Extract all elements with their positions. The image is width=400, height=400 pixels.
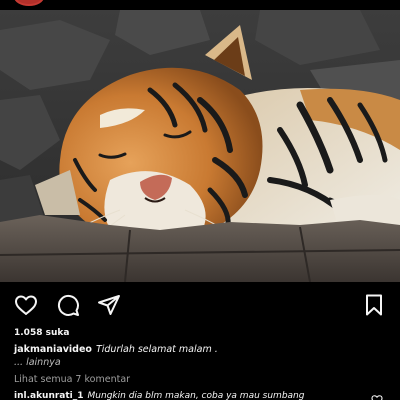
view-all-comments-link[interactable]: Lihat semua 7 komentar: [14, 374, 130, 386]
paper-plane-icon[interactable]: [97, 293, 121, 317]
post-header: [0, 0, 400, 10]
caption-more-link[interactable]: ... lainnya: [14, 357, 61, 369]
caption-text: Tidurlah selamat malam .: [95, 344, 218, 355]
like-count[interactable]: 1.058 suka: [14, 327, 69, 339]
comment-bubble-icon[interactable]: [56, 293, 80, 317]
instagram-post: 1.058 suka jakmaniavideo Tidurlah selamat…: [0, 0, 400, 400]
avatar[interactable]: [14, 0, 44, 6]
bookmark-icon[interactable]: [362, 293, 386, 317]
comment-heart-icon[interactable]: [371, 391, 383, 400]
caption-username[interactable]: jakmaniavideo: [14, 344, 92, 355]
comment-text: Mungkin dia blm makan, coba ya mau sumba…: [87, 391, 305, 400]
comment-row: inl.akunrati_1 Mungkin dia blm makan, cob…: [14, 390, 304, 400]
heart-icon[interactable]: [14, 293, 38, 317]
action-bar: [0, 282, 400, 326]
post-image[interactable]: [0, 10, 400, 282]
comment-username[interactable]: inl.akunrati_1: [14, 391, 84, 400]
tiger-photo: [0, 10, 400, 282]
caption: jakmaniavideo Tidurlah selamat malam .: [14, 344, 218, 356]
